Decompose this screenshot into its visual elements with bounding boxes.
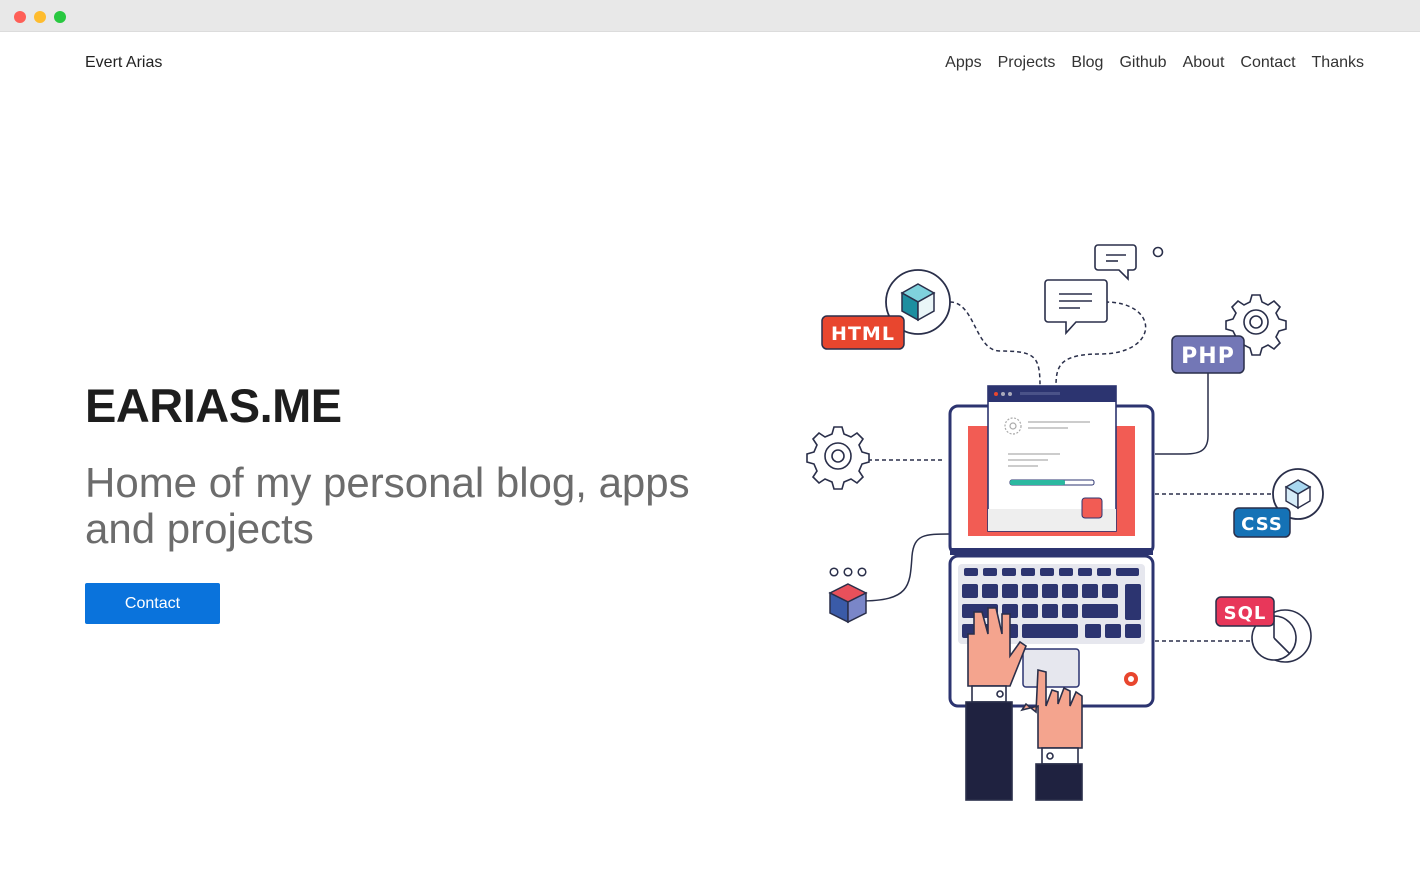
nav-link-thanks[interactable]: Thanks [1312, 54, 1364, 72]
box-icon [828, 583, 868, 624]
gear-icon [806, 426, 870, 490]
laptop-screen [948, 385, 1155, 556]
css-tag-label: CSS [1241, 514, 1283, 535]
php-tag-label: PHP [1181, 344, 1235, 369]
html-tag: HTML [821, 315, 905, 350]
browser-window: Evert Arias Apps Projects Blog Github Ab… [0, 0, 1420, 882]
css-tag: CSS [1233, 507, 1291, 538]
html-tag-label: HTML [831, 323, 895, 345]
minimize-window-button[interactable] [34, 11, 46, 23]
nav-link-github[interactable]: Github [1119, 54, 1166, 72]
developer-laptop-illustration: HTML PHP CSS SQL [800, 236, 1330, 806]
nav-link-blog[interactable]: Blog [1071, 54, 1103, 72]
brand-link[interactable]: Evert Arias [85, 54, 162, 72]
hero-title: EARIAS.ME [85, 379, 342, 432]
hero-subtitle: Home of my personal blog, apps and proje… [85, 459, 690, 552]
window-titlebar [0, 0, 1420, 32]
contact-button[interactable]: Contact [85, 583, 220, 624]
close-window-button[interactable] [14, 11, 26, 23]
nav-link-apps[interactable]: Apps [945, 54, 981, 72]
nav-link-projects[interactable]: Projects [998, 54, 1056, 72]
nav-link-contact[interactable]: Contact [1240, 54, 1295, 72]
top-navigation: Apps Projects Blog Github About Contact … [945, 54, 1364, 72]
php-tag: PHP [1171, 335, 1245, 374]
maximize-window-button[interactable] [54, 11, 66, 23]
sql-tag-label: SQL [1224, 603, 1267, 624]
nav-link-about[interactable]: About [1183, 54, 1225, 72]
sql-tag: SQL [1215, 596, 1275, 627]
